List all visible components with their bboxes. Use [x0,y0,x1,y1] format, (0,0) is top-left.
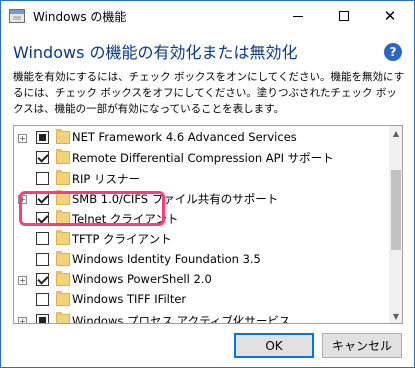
feature-row[interactable]: Telnet クライアント [14,209,389,229]
feature-checkbox[interactable] [36,293,49,307]
app-window-icon [9,9,25,23]
folder-icon [56,230,70,246]
feature-row[interactable]: + NET Framework 4.6 Advanced Services [14,128,389,148]
feature-checkbox[interactable] [36,151,49,165]
cancel-button[interactable]: キャンセル [322,333,402,358]
title-bar: Windows の機能 ✕ [1,1,414,31]
feature-label: Windows PowerShell 2.0 [72,272,212,287]
folder-icon [56,311,70,323]
feature-label: RIP リスナー [72,171,140,186]
folder-icon [56,129,70,144]
folder-icon [56,189,70,205]
folder-icon [56,250,70,266]
feature-checkbox[interactable] [36,191,49,205]
ok-button[interactable]: OK [234,333,314,358]
folder-icon [56,210,70,226]
feature-checkbox[interactable] [36,313,49,323]
feature-row[interactable]: TFTP クライアント [14,229,389,249]
features-list-panel: + NET Framework 4.6 Advanced Services Remo… [13,125,403,324]
feature-checkbox[interactable] [36,273,49,287]
folder-icon [56,271,70,287]
feature-row[interactable]: + SMB 1.0/CIFS ファイル共有のサポート [14,189,389,209]
feature-label: Windows Identity Foundation 3.5 [72,251,261,266]
close-button[interactable]: ✕ [367,1,413,31]
help-icon[interactable]: ? [384,43,402,61]
folder-icon [56,149,70,165]
feature-checkbox[interactable] [36,232,49,246]
scroll-up-icon[interactable]: ▲ [389,126,402,140]
description-text: 機能を有効にするには、チェック ボックスをオンにしてください。機能を無効にするに… [13,71,405,115]
close-icon: ✕ [383,6,397,25]
vertical-scrollbar[interactable]: ▲ ▼ [389,126,402,323]
feature-label: TFTP クライアント [72,232,172,247]
page-title: Windows の機能の有効化または無効化 [13,43,298,62]
feature-checkbox[interactable] [36,171,49,185]
feature-label: Remote Differential Compression API サポート [72,151,334,166]
feature-checkbox[interactable] [36,131,49,144]
feature-row[interactable]: RIP リスナー [14,169,389,189]
folder-icon [56,169,70,185]
scroll-down-icon[interactable]: ▼ [389,309,402,323]
feature-checkbox[interactable] [36,212,49,226]
feature-row[interactable]: Windows Identity Foundation 3.5 [14,250,389,270]
maximize-icon [339,11,349,21]
feature-row[interactable]: Windows TIFF IFilter [14,290,389,310]
features-list: + NET Framework 4.6 Advanced Services Remo… [14,128,389,324]
windows-features-dialog: Windows の機能 ✕ Windows の機能の有効化または無効化 ? 機能… [0,0,415,368]
folder-icon [56,291,70,307]
feature-checkbox[interactable] [36,252,49,266]
window-title: Windows の機能 [33,10,127,24]
feature-row[interactable]: + Windows プロセス アクティブ化サービス [14,311,389,324]
feature-label: Windows TIFF IFilter [72,292,187,307]
scroll-thumb[interactable] [391,170,401,250]
feature-row[interactable]: + Windows PowerShell 2.0 [14,270,389,290]
feature-label: Telnet クライアント [72,212,179,227]
expand-icon[interactable]: + [18,194,27,204]
maximize-button[interactable] [321,1,367,31]
feature-label: NET Framework 4.6 Advanced Services [72,130,297,144]
feature-label: Windows プロセス アクティブ化サービス [72,313,291,324]
feature-row[interactable]: Remote Differential Compression API サポート [14,148,389,168]
expand-icon[interactable]: + [18,316,27,323]
expand-icon[interactable]: + [18,276,27,286]
feature-label: SMB 1.0/CIFS ファイル共有のサポート [72,191,279,206]
minimize-button[interactable] [275,1,321,31]
expand-icon[interactable]: + [18,134,27,143]
minimize-icon [293,15,303,17]
